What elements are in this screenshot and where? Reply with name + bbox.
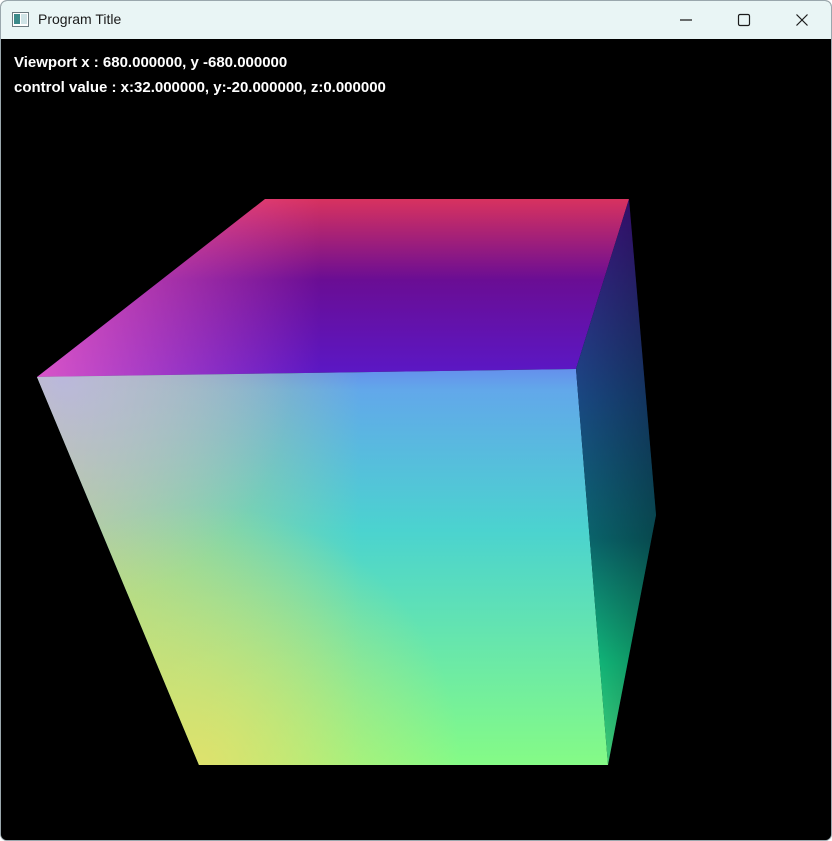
maximize-button[interactable] [715,1,773,39]
close-icon [796,14,808,26]
minimize-button[interactable] [657,1,715,39]
minimize-icon [680,19,692,21]
viewport-readout: Viewport x : 680.000000, y -680.000000 [14,54,288,71]
close-button[interactable] [773,1,831,39]
app-window-icon [12,12,29,27]
maximize-icon [737,13,751,27]
title-bar[interactable]: Program Title [1,1,831,39]
cube-top-face-highlight [37,199,629,377]
render-viewport[interactable]: Viewport x : 680.000000, y -680.000000 c… [1,39,831,840]
window-title: Program Title [38,11,122,27]
rgb-color-cube [37,199,656,765]
control-value-readout: control value : x:32.000000, y:-20.00000… [14,79,386,96]
app-window: Program Title Viewport x: 680.000000, y… [0,0,832,841]
